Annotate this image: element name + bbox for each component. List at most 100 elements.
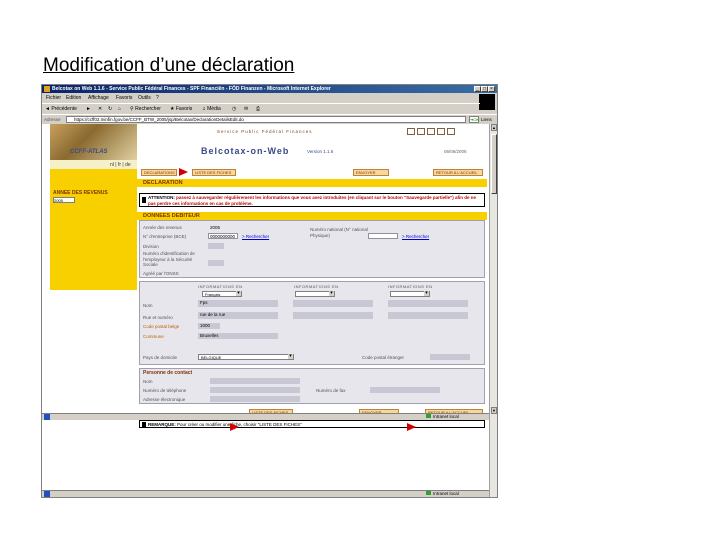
brand-logo: CCFF-ATLAS xyxy=(70,149,108,155)
back-home-button[interactable]: RETOUR A L'ACCUEIL xyxy=(433,169,483,176)
country-select[interactable]: BELGIQUE xyxy=(198,354,294,360)
company-search-link[interactable]: > Rechercher xyxy=(242,234,269,239)
history-icon[interactable]: ◷ xyxy=(232,106,236,113)
ie-icon xyxy=(44,86,50,92)
menu-affichage[interactable]: Affichage xyxy=(88,95,109,101)
name-input-2[interactable] xyxy=(293,300,373,307)
remark-notice: REMARQUE: Pour créer ou modifier une fic… xyxy=(139,420,485,428)
debtor-section-header: DONNEES DEBITEUR xyxy=(137,212,487,220)
scroll-thumb[interactable] xyxy=(491,134,497,194)
fax-input[interactable] xyxy=(370,387,440,393)
language-switch[interactable]: nl | fr | de xyxy=(110,162,131,168)
rsz-input[interactable] xyxy=(208,260,224,266)
help-icon[interactable] xyxy=(417,128,425,135)
column-header-info-2: INFORMATIONS EN xyxy=(294,284,339,289)
language-2-select[interactable] xyxy=(295,291,335,297)
street-input-1[interactable]: rue de la rue xyxy=(198,312,278,319)
stop-icon[interactable]: ✕ xyxy=(98,106,102,113)
year-select[interactable]: 2005 xyxy=(53,197,75,203)
info-icon[interactable] xyxy=(407,128,415,135)
home-icon[interactable]: ⌂ xyxy=(118,106,121,113)
back-button[interactable]: ◄ Précédente xyxy=(45,106,77,113)
postal-code-input[interactable]: 1000 xyxy=(198,323,220,329)
debtor-identification-panel: Année des revenus 2005 N° d'entreprise (… xyxy=(139,220,485,278)
list-fiches-button[interactable]: LISTE DES FICHES xyxy=(192,169,236,176)
name-input-1[interactable]: Fps xyxy=(198,300,278,307)
phone-input[interactable] xyxy=(210,387,300,393)
street-value: rue de la rue xyxy=(200,312,226,317)
foreign-postal-input[interactable] xyxy=(430,354,470,360)
send-button[interactable]: ENVOYER xyxy=(353,169,389,176)
info-icon xyxy=(142,197,146,203)
left-sidebar: CCFF-ATLAS nl | fr | de ANNEE DES REVENU… xyxy=(50,124,137,290)
menu-help[interactable]: ? xyxy=(156,95,159,101)
top-nav-bar: DECLARATIONS LISTE DES FICHES ENVOYER RE… xyxy=(137,167,487,178)
city-input[interactable]: Bruxelles xyxy=(198,333,278,339)
approved-label: Agréé par l'ONSS xyxy=(143,271,179,276)
search-label: Rechercher xyxy=(135,106,161,112)
fax-label: Numéro de fax xyxy=(316,388,346,393)
logout-icon[interactable] xyxy=(447,128,455,135)
foreign-postal-label: Code postal étranger xyxy=(362,355,405,360)
vertical-scrollbar[interactable]: ▲ ▼ xyxy=(489,124,497,497)
national-number-label: Numéro national (N° national Physique) xyxy=(310,227,368,238)
menu-edition[interactable]: Edition xyxy=(66,95,81,101)
email-label: Adresse électronique xyxy=(143,397,186,402)
street-input-2[interactable] xyxy=(293,312,373,319)
company-number-value: 0000000000 xyxy=(210,234,236,239)
address-label: Adresse xyxy=(44,117,61,122)
home-icon[interactable] xyxy=(437,128,445,135)
menu-fichier[interactable]: Fichier xyxy=(46,95,61,101)
current-date: 06/06/2006 xyxy=(444,149,467,154)
maximize-button[interactable]: □ xyxy=(481,86,488,92)
national-number-input[interactable] xyxy=(368,233,398,239)
company-number-input[interactable]: 0000000000 xyxy=(208,233,238,239)
contact-icon[interactable] xyxy=(427,128,435,135)
division-input[interactable] xyxy=(208,243,224,249)
links-label[interactable]: Liens xyxy=(481,117,492,122)
browser-window: Belcotax on Web 1.1.6 - Service Public F… xyxy=(41,84,498,498)
address-input[interactable]: https://ccff02.minfin.fgov.be/CCFF_BTW_2… xyxy=(66,116,466,123)
national-number-search-link[interactable]: > Rechercher xyxy=(402,234,429,239)
declarations-button[interactable]: DECLARATIONS xyxy=(141,169,177,176)
email-input[interactable] xyxy=(210,396,300,402)
mail-icon[interactable]: ✉ xyxy=(244,106,248,113)
contact-panel: Personne de contact Nom Numéro de téléph… xyxy=(139,368,485,404)
scroll-up-icon[interactable]: ▲ xyxy=(491,124,497,131)
info-icon xyxy=(142,422,146,428)
name-value: Fps xyxy=(200,300,208,305)
postal-code-label: Code postal belge xyxy=(143,324,180,329)
language-1-select[interactable]: Français xyxy=(202,291,242,297)
status-bar-bottom: Intranet local xyxy=(42,490,489,497)
status-zone-bottom: Intranet local xyxy=(426,491,459,496)
status-bar: Intranet local xyxy=(42,413,489,420)
red-arrow-icon xyxy=(179,168,188,176)
attention-notice: ATTENTION: passez à sauvegarder régulièr… xyxy=(139,193,485,207)
print-icon[interactable]: ⎙ xyxy=(256,106,260,113)
column-header-info-1: INFORMATIONS EN xyxy=(198,284,243,289)
page-content: CCFF-ATLAS nl | fr | de ANNEE DES REVENU… xyxy=(42,124,489,497)
street-input-3[interactable] xyxy=(388,312,468,319)
favorites-button[interactable]: ★ Favoris xyxy=(170,106,192,113)
minimize-button[interactable]: _ xyxy=(474,86,481,92)
header-service-links[interactable]: Service Public Fédéral Finances xyxy=(217,129,313,134)
go-button[interactable]: ➜OK xyxy=(469,116,479,123)
forward-button[interactable]: ► xyxy=(86,106,91,113)
scroll-down-icon[interactable]: ▼ xyxy=(491,407,497,414)
year-label: Année des revenus xyxy=(143,225,182,230)
language-3-select[interactable] xyxy=(390,291,430,297)
app-title: Belcotax-on-Web xyxy=(201,146,290,156)
search-button[interactable]: ⚲ Rechercher xyxy=(130,106,161,113)
postal-code-value: 1000 xyxy=(200,323,211,328)
column-header-info-3: INFORMATIONS EN xyxy=(388,284,433,289)
media-button[interactable]: ♫ Média xyxy=(202,106,221,113)
header-icons xyxy=(407,128,457,137)
name-input-3[interactable] xyxy=(388,300,468,307)
contact-name-input[interactable] xyxy=(210,378,300,384)
division-label: Division xyxy=(143,244,159,249)
menu-outils[interactable]: Outils xyxy=(138,95,151,101)
rsz-label: Numéro d'identification de l'employeur à… xyxy=(143,251,195,267)
menu-favoris[interactable]: Favoris xyxy=(116,95,132,101)
close-button[interactable]: × xyxy=(488,86,495,92)
refresh-icon[interactable]: ↻ xyxy=(108,106,112,113)
